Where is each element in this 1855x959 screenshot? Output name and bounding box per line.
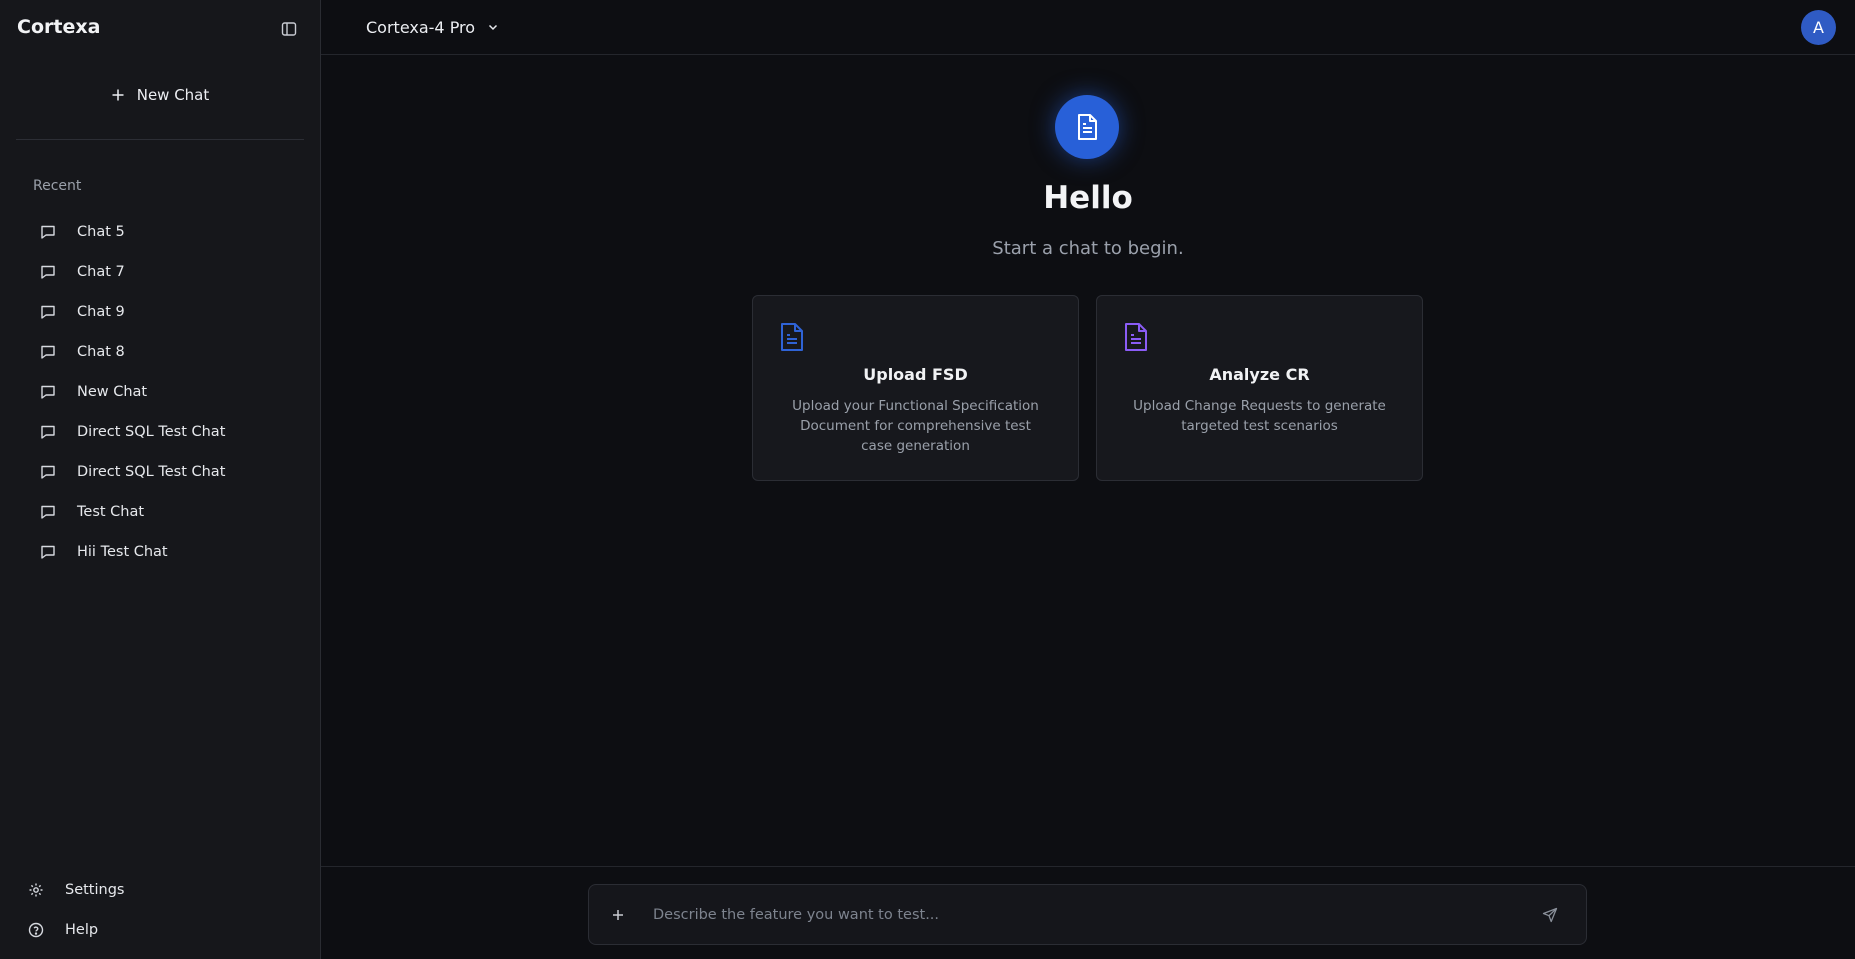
message-input[interactable]	[653, 899, 1493, 931]
help-label: Help	[65, 922, 99, 938]
chat-list-item-label: Direct SQL Test Chat	[77, 464, 226, 480]
model-name: Cortexa-4 Pro	[366, 17, 476, 37]
message-icon	[41, 345, 55, 359]
send-button[interactable]	[1539, 904, 1561, 926]
chat-list-item[interactable]: Chat 7	[32, 252, 304, 292]
chevron-down-icon	[489, 24, 498, 31]
card-description: Upload Change Requests to generate targe…	[1133, 398, 1386, 434]
greeting-heading: Hello	[1043, 180, 1133, 216]
card-title: Analyze CR	[1209, 365, 1310, 384]
chat-list-item[interactable]: Chat 8	[32, 332, 304, 372]
plus-icon	[613, 910, 623, 920]
help-button[interactable]: Help	[28, 910, 298, 950]
hero-badge	[1055, 95, 1119, 159]
message-icon	[41, 225, 55, 239]
sidebar-footer: Settings Help	[28, 870, 298, 950]
user-avatar[interactable]: A	[1801, 10, 1836, 45]
settings-button[interactable]: Settings	[28, 870, 298, 910]
document-icon	[1125, 323, 1147, 351]
sidebar-divider	[16, 139, 304, 140]
document-icon	[781, 323, 803, 351]
card-title: Upload FSD	[863, 365, 968, 384]
chat-list-item-label: Chat 5	[77, 224, 125, 240]
chat-list-item[interactable]: Test Chat	[32, 492, 304, 532]
sidebar-toggle-button[interactable]	[278, 18, 300, 40]
plus-icon	[112, 89, 124, 101]
message-icon	[41, 505, 55, 519]
chat-list-item-label: Direct SQL Test Chat	[77, 424, 226, 440]
new-chat-button[interactable]: New Chat	[16, 78, 304, 112]
settings-label: Settings	[65, 882, 125, 898]
app-root: Cortexa New Chat Recent Chat 5 Chat 7 Ch…	[0, 0, 1855, 959]
chat-list-item-label: Chat 9	[77, 304, 125, 320]
document-icon	[1078, 114, 1097, 140]
brand-logo: Cortexa	[17, 16, 101, 38]
recent-chat-list: Chat 5 Chat 7 Chat 9 Chat 8 New Chat Dir…	[32, 212, 304, 572]
chat-list-item[interactable]: Chat 5	[32, 212, 304, 252]
chat-list-item-label: New Chat	[77, 384, 148, 400]
chat-list-item[interactable]: Hii Test Chat	[32, 532, 304, 572]
message-icon	[41, 465, 55, 479]
chat-list-item[interactable]: Direct SQL Test Chat	[32, 412, 304, 452]
chat-list-item-label: Chat 7	[77, 264, 125, 280]
card-description: Upload your Functional Specification Doc…	[792, 398, 1039, 454]
chat-list-item[interactable]: Direct SQL Test Chat	[32, 452, 304, 492]
model-selector[interactable]: Cortexa-4 Pro	[366, 14, 499, 40]
message-icon	[41, 305, 55, 319]
send-icon	[1542, 907, 1558, 923]
message-composer	[588, 884, 1587, 945]
recent-heading: Recent	[33, 178, 82, 194]
chat-list-item-label: Chat 8	[77, 344, 125, 360]
message-icon	[41, 385, 55, 399]
message-icon	[41, 425, 55, 439]
analyze-cr-card[interactable]: Analyze CR Upload Change Requests to gen…	[1096, 295, 1423, 481]
sidebar-panel-icon	[281, 22, 297, 36]
attach-button[interactable]	[607, 904, 629, 926]
new-chat-label: New Chat	[136, 86, 210, 104]
message-icon	[41, 265, 55, 279]
top-bar: Cortexa-4 Pro A	[321, 0, 1855, 55]
chat-list-item[interactable]: Chat 9	[32, 292, 304, 332]
chat-list-item-label: Hii Test Chat	[77, 544, 168, 560]
gear-icon	[29, 883, 43, 897]
help-circle-icon	[28, 922, 44, 938]
message-icon	[41, 545, 55, 559]
greeting-subtitle: Start a chat to begin.	[992, 238, 1184, 259]
chat-list-item-label: Test Chat	[77, 504, 145, 520]
upload-fsd-card[interactable]: Upload FSD Upload your Functional Specif…	[752, 295, 1079, 481]
sidebar: Cortexa New Chat Recent Chat 5 Chat 7 Ch…	[0, 0, 321, 959]
chat-list-item[interactable]: New Chat	[32, 372, 304, 412]
